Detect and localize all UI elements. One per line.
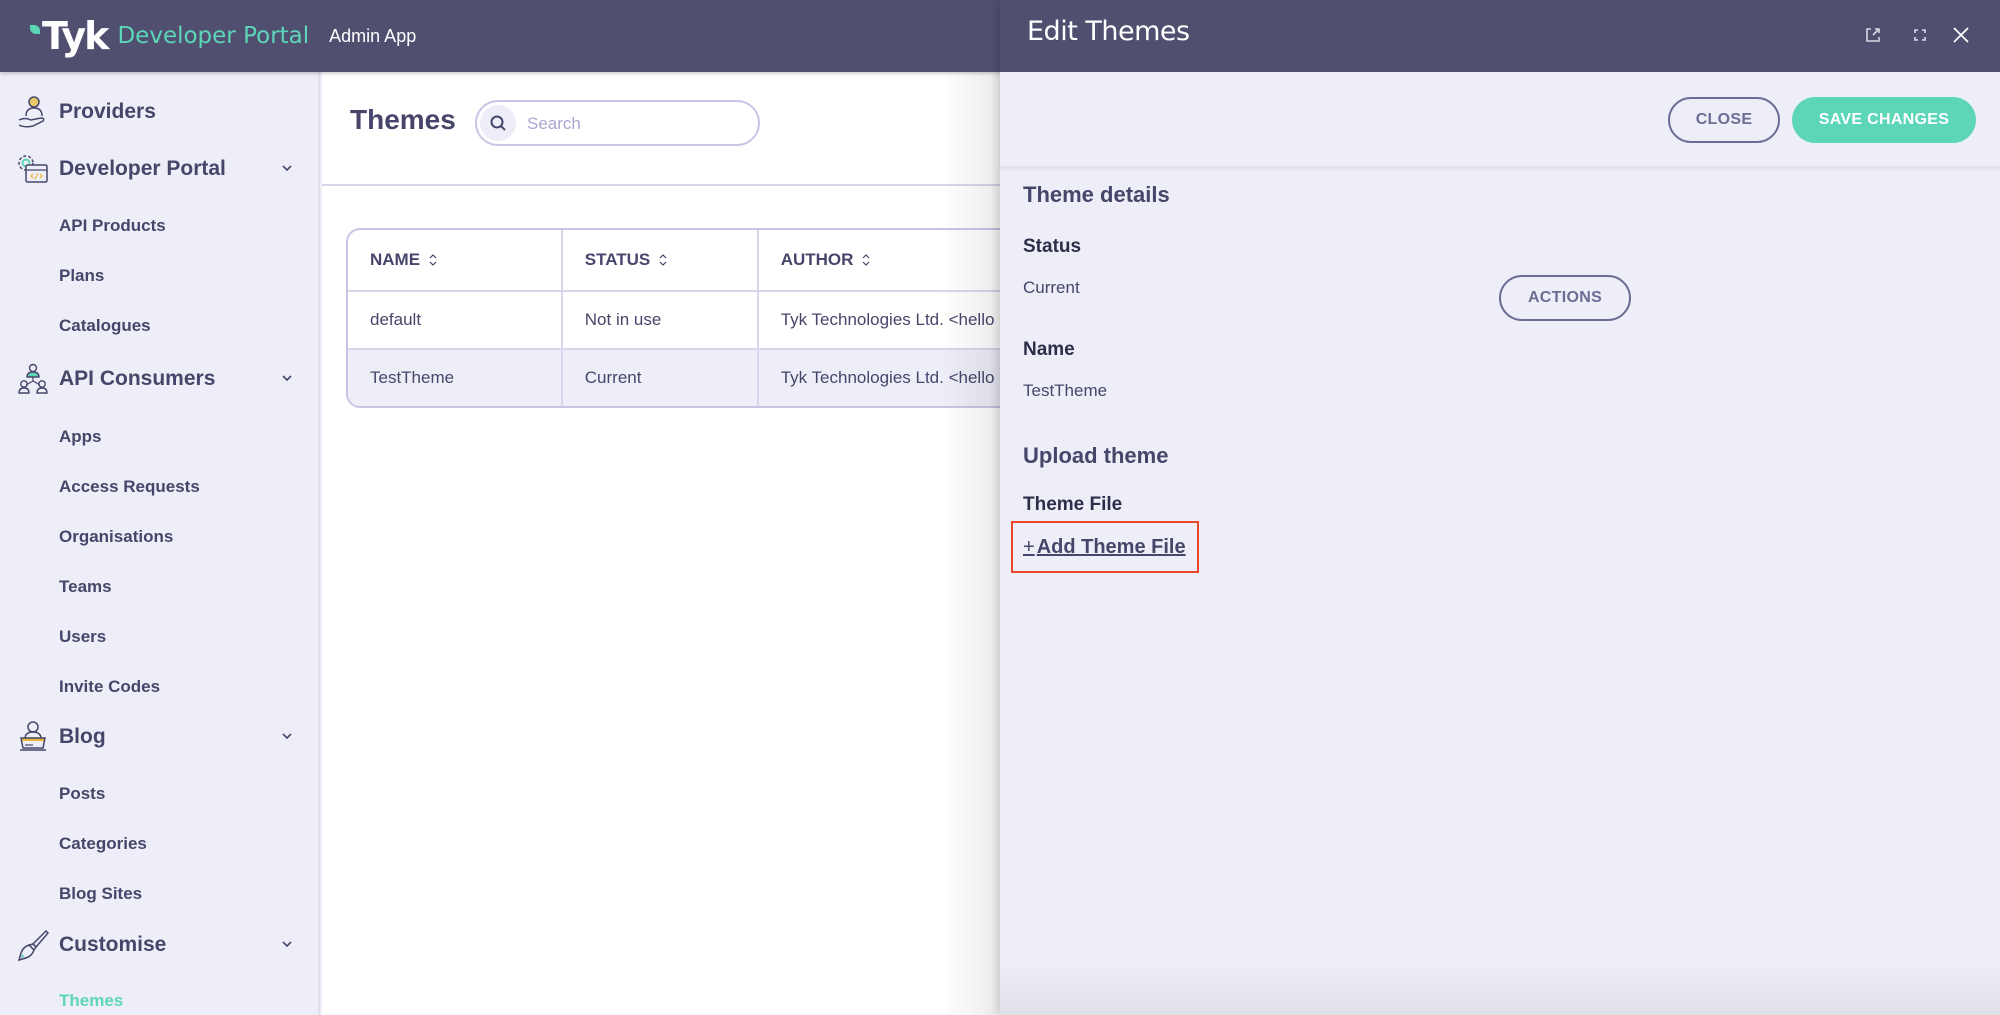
sidebar-item-posts[interactable]: Posts: [59, 782, 105, 806]
sidebar-item-users[interactable]: Users: [59, 625, 106, 649]
provider-hand-icon: [18, 96, 45, 128]
sidebar-item-categories[interactable]: Categories: [59, 832, 147, 856]
column-header-status[interactable]: STATUS: [560, 230, 757, 290]
sidebar-group-label: Blog: [59, 725, 106, 748]
panel-shadow: [940, 72, 1000, 1015]
expand-icon[interactable]: [1907, 22, 1933, 48]
cell-status: Current: [560, 350, 757, 406]
search-icon: [480, 105, 516, 141]
chevron-down-icon[interactable]: [280, 729, 294, 743]
sidebar-item-api-products[interactable]: API Products: [59, 214, 166, 238]
panel-action-bar: CLOSE SAVE CHANGES: [1000, 72, 2000, 168]
cell-status: Not in use: [560, 292, 757, 348]
blog-icon: [20, 721, 46, 751]
sidebar-group-label: API Consumers: [59, 367, 216, 390]
sort-icon[interactable]: [658, 252, 668, 268]
save-changes-button[interactable]: SAVE CHANGES: [1792, 97, 1976, 143]
logo[interactable]: Tyk Developer Portal Admin App: [30, 14, 416, 58]
sidebar-group-label: Developer Portal: [59, 157, 226, 180]
sort-icon[interactable]: [861, 252, 871, 268]
themes-table: NAME STATUS AUTHOR default Not in use Ty…: [346, 228, 1046, 408]
logo-product: Developer Portal: [117, 23, 310, 49]
open-external-icon[interactable]: [1860, 22, 1886, 48]
table-row[interactable]: default Not in use Tyk Technologies Ltd.…: [348, 290, 1044, 348]
sidebar-item-organisations[interactable]: Organisations: [59, 525, 173, 549]
plus-icon: +: [1023, 535, 1035, 558]
status-label: Status: [1023, 236, 1082, 257]
sidebar-item-invite-codes[interactable]: Invite Codes: [59, 675, 160, 699]
close-button[interactable]: CLOSE: [1668, 97, 1780, 143]
upload-theme-heading: Upload theme: [1023, 443, 1169, 468]
developer-portal-icon: [18, 155, 48, 183]
sidebar-item-themes[interactable]: Themes: [59, 989, 123, 1013]
sidebar-item-catalogues[interactable]: Catalogues: [59, 314, 151, 338]
cell-name: TestTheme: [370, 368, 455, 387]
logo-brand: Tyk: [42, 14, 109, 58]
sidebar-group-label: Providers: [59, 100, 156, 123]
sidebar: Providers Developer Portal API Products …: [0, 72, 320, 1015]
search-box[interactable]: [475, 100, 760, 146]
logo-leaf-icon: [30, 24, 40, 34]
panel-title: Edit Themes: [1027, 16, 1190, 47]
sidebar-group-api-consumers[interactable]: API Consumers: [0, 357, 318, 401]
chevron-down-icon[interactable]: [280, 161, 294, 175]
sidebar-item-access-requests[interactable]: Access Requests: [59, 475, 200, 499]
sidebar-item-plans[interactable]: Plans: [59, 264, 104, 288]
sort-icon[interactable]: [428, 252, 438, 268]
status-value: Current: [1023, 278, 1080, 297]
table-row[interactable]: TestTheme Current Tyk Technologies Ltd. …: [348, 348, 1044, 406]
theme-details-heading: Theme details: [1023, 182, 1170, 207]
sidebar-item-apps[interactable]: Apps: [59, 425, 102, 449]
sidebar-group-label: Customise: [59, 933, 167, 956]
app-name: Admin App: [329, 25, 417, 46]
page-title: Themes: [350, 104, 456, 135]
search-input[interactable]: [527, 112, 747, 136]
theme-file-label: Theme File: [1023, 494, 1123, 515]
sidebar-group-providers[interactable]: Providers: [0, 90, 318, 134]
sidebar-group-blog[interactable]: Blog: [0, 715, 318, 759]
sidebar-item-teams[interactable]: Teams: [59, 575, 112, 599]
main-content: Themes NAME STATUS AUTHOR default Not in…: [322, 72, 1046, 1015]
column-header-name[interactable]: NAME: [348, 230, 561, 290]
chevron-down-icon[interactable]: [280, 371, 294, 385]
close-icon[interactable]: [1948, 22, 1974, 48]
sidebar-group-customise[interactable]: Customise: [0, 923, 318, 967]
sidebar-group-developer-portal[interactable]: Developer Portal: [0, 147, 318, 191]
panel-header: Edit Themes: [1000, 0, 2000, 72]
header-divider: [322, 184, 1000, 186]
name-value: TestTheme: [1023, 381, 1108, 400]
name-label: Name: [1023, 339, 1075, 360]
edit-themes-panel: Edit Themes CLOSE SAVE CHANGES Theme det…: [1000, 0, 2000, 1015]
api-consumers-icon: [18, 363, 48, 394]
paintbrush-icon: [17, 929, 50, 962]
table-header-row: NAME STATUS AUTHOR: [348, 230, 1044, 290]
add-theme-file-link[interactable]: + Add Theme File: [1011, 521, 1199, 573]
cell-name: default: [370, 310, 422, 329]
panel-bottom-shade: [1000, 965, 2000, 1015]
chevron-down-icon[interactable]: [280, 937, 294, 951]
sidebar-item-blog-sites[interactable]: Blog Sites: [59, 882, 142, 906]
add-theme-file-label: Add Theme File: [1036, 535, 1186, 558]
actions-button[interactable]: ACTIONS: [1499, 275, 1631, 321]
